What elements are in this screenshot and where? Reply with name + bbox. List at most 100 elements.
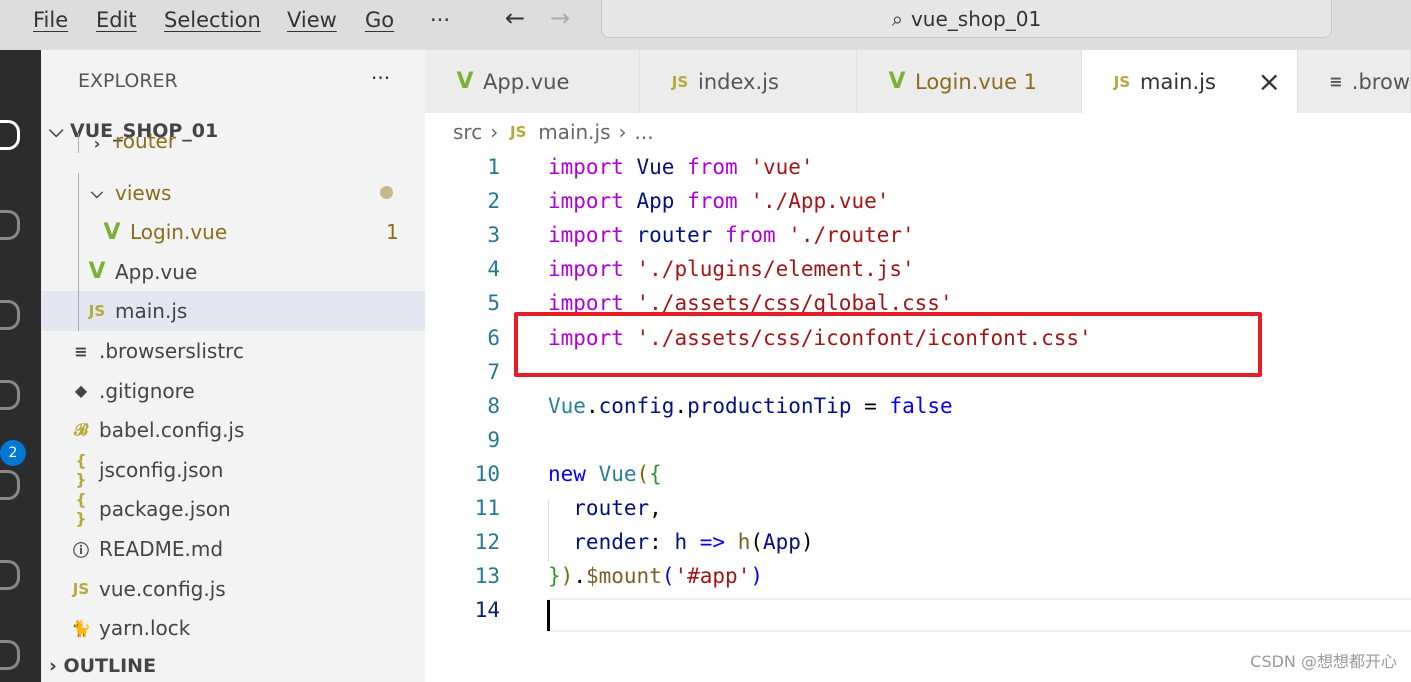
file-tree-item[interactable]: ≡ .browserslistrc — [41, 331, 425, 371]
file-tree-item[interactable]: ⓘ README.md — [41, 529, 425, 569]
files-icon[interactable] — [0, 120, 20, 150]
code-token: './plugins/element.js' — [636, 257, 915, 282]
line-number: 4 — [487, 257, 500, 282]
more-actions-button[interactable]: ··· — [371, 66, 390, 90]
yarn-icon: 🐈 — [71, 618, 91, 638]
command-center-search[interactable]: ⌕ vue_shop_01 — [601, 0, 1332, 38]
docker-icon[interactable] — [0, 640, 20, 670]
file-tree-item[interactable]: 🐈 yarn.lock — [41, 608, 425, 648]
source-control-icon[interactable] — [0, 300, 20, 330]
file-label: Login.vue — [130, 220, 228, 245]
chevron-right-icon: › — [93, 134, 101, 153]
code-token: Vue — [548, 393, 586, 418]
file-label: package.json — [99, 497, 231, 522]
file-tree-item[interactable]: JS main.js — [41, 291, 425, 332]
menu-File[interactable]: File — [33, 8, 68, 32]
git-icon: ◆ — [74, 381, 88, 401]
run-debug-icon[interactable] — [0, 380, 20, 410]
menu-View[interactable]: View — [287, 8, 337, 32]
code-token: '#app' — [674, 564, 751, 589]
code-token: 'vue' — [750, 155, 814, 179]
code-token: $mount — [585, 564, 662, 589]
vue-icon: V — [888, 69, 906, 94]
code-token: './router' — [788, 223, 915, 248]
search-icon[interactable] — [0, 210, 20, 240]
extensions-icon[interactable] — [0, 470, 20, 500]
tab-Loginvue1[interactable]: V Login.vue 1 — [857, 50, 1082, 113]
code-token: './App.vue' — [750, 189, 890, 214]
explorer-sidebar: EXPLORER ··· ⌵ VUE_SHOP_01 › router ⌵ views… — [41, 50, 425, 682]
tree-indent-guide — [78, 291, 79, 332]
code-token: : — [649, 530, 675, 555]
file-label: .browserslistrc — [99, 339, 244, 363]
code-token: , — [649, 496, 662, 520]
code-token: = — [851, 393, 890, 418]
vue-icon: V — [88, 259, 106, 285]
source-control-badge: 2 — [0, 440, 26, 466]
breadcrumb-item[interactable]: main.js — [538, 120, 610, 144]
breadcrumb-item[interactable]: ... — [635, 120, 654, 144]
vue-icon: V — [103, 219, 121, 245]
tab-brow[interactable]: ≡ .brow — [1298, 50, 1411, 113]
tab-label: index.js — [698, 69, 779, 94]
tab-mainjs[interactable]: JS main.js × — [1082, 50, 1298, 113]
tree-indent-guide — [78, 251, 79, 292]
file-tree-item[interactable]: › router — [41, 133, 425, 153]
file-tree-item[interactable]: { } package.json — [41, 489, 425, 529]
menu-Selection[interactable]: Selection — [164, 8, 261, 32]
code-line[interactable]: router, — [548, 496, 662, 520]
code-token: from — [687, 189, 751, 214]
file-label: jsconfig.json — [99, 457, 224, 482]
editor-tabs: V App.vue JS index.js V Login.vue 1 JS main.js ×… — [425, 50, 1411, 113]
tab-Appvue[interactable]: V App.vue — [425, 50, 640, 113]
code-token: ) — [800, 530, 814, 555]
line-number: 5 — [487, 291, 500, 316]
code-line[interactable]: import App from './App.vue' — [548, 189, 889, 213]
js-icon: JS — [72, 579, 90, 598]
code-line[interactable]: import Vue from 'vue' — [548, 155, 814, 179]
code-line[interactable]: import './plugins/element.js' — [548, 257, 915, 281]
code-line[interactable]: }).$mount('#app') — [548, 564, 763, 588]
code-token: import — [548, 223, 637, 248]
code-token: { — [649, 461, 662, 486]
code-line[interactable]: render: h => h(App) — [548, 530, 814, 555]
breadcrumb-item[interactable]: src — [453, 120, 482, 144]
watermark: CSDN @想想都开心 — [1250, 652, 1397, 671]
code-token: false — [889, 393, 953, 418]
file-tree-item[interactable]: ⌵ views — [41, 172, 425, 213]
vue-icon: V — [456, 69, 474, 94]
remote-icon[interactable] — [0, 560, 20, 590]
close-icon[interactable]: × — [1258, 65, 1281, 98]
menu-Edit[interactable]: Edit — [96, 8, 137, 32]
breadcrumb: src › JS main.js ›... — [453, 120, 654, 144]
file-label: .gitignore — [99, 378, 195, 403]
menu-more[interactable]: ··· — [430, 8, 450, 32]
outline-section[interactable]: › OUTLINE — [49, 655, 156, 677]
line-number: 2 — [487, 189, 500, 214]
problem-count: 1 — [386, 220, 399, 245]
code-token: router — [636, 223, 726, 248]
js-icon: JS — [88, 302, 106, 321]
line-number: 6 — [487, 325, 500, 350]
file-label: views — [115, 180, 172, 205]
tab-indexjs[interactable]: JS index.js — [640, 50, 857, 113]
code-line[interactable]: new Vue({ — [548, 462, 662, 486]
tree-indent-guide — [78, 133, 79, 153]
back-arrow-icon[interactable]: ← — [505, 4, 525, 32]
forward-arrow-icon[interactable]: → — [550, 4, 570, 32]
file-tree-item[interactable]: 𝓑babel.config.js — [41, 410, 425, 450]
file-tree-item[interactable]: JS vue.config.js — [41, 569, 425, 609]
file-tree-item[interactable]: ◆ .gitignore — [41, 371, 425, 411]
code-line[interactable]: Vue.config.productionTip = false — [548, 394, 953, 418]
highlight-annotation-box — [514, 312, 1262, 377]
line-number: 1 — [487, 155, 500, 179]
menu-Go[interactable]: Go — [365, 8, 394, 32]
code-token: h — [737, 530, 751, 555]
js-icon: JS — [671, 72, 689, 91]
file-tree-item[interactable]: V App.vue — [41, 251, 425, 292]
code-token: config — [598, 393, 675, 418]
code-line[interactable]: import router from './router' — [548, 223, 915, 247]
file-tree-item[interactable]: { } jsconfig.json — [41, 450, 425, 490]
file-tree-item[interactable]: V Login.vue 1 — [41, 212, 425, 253]
tab-label: Login.vue 1 — [915, 69, 1038, 94]
